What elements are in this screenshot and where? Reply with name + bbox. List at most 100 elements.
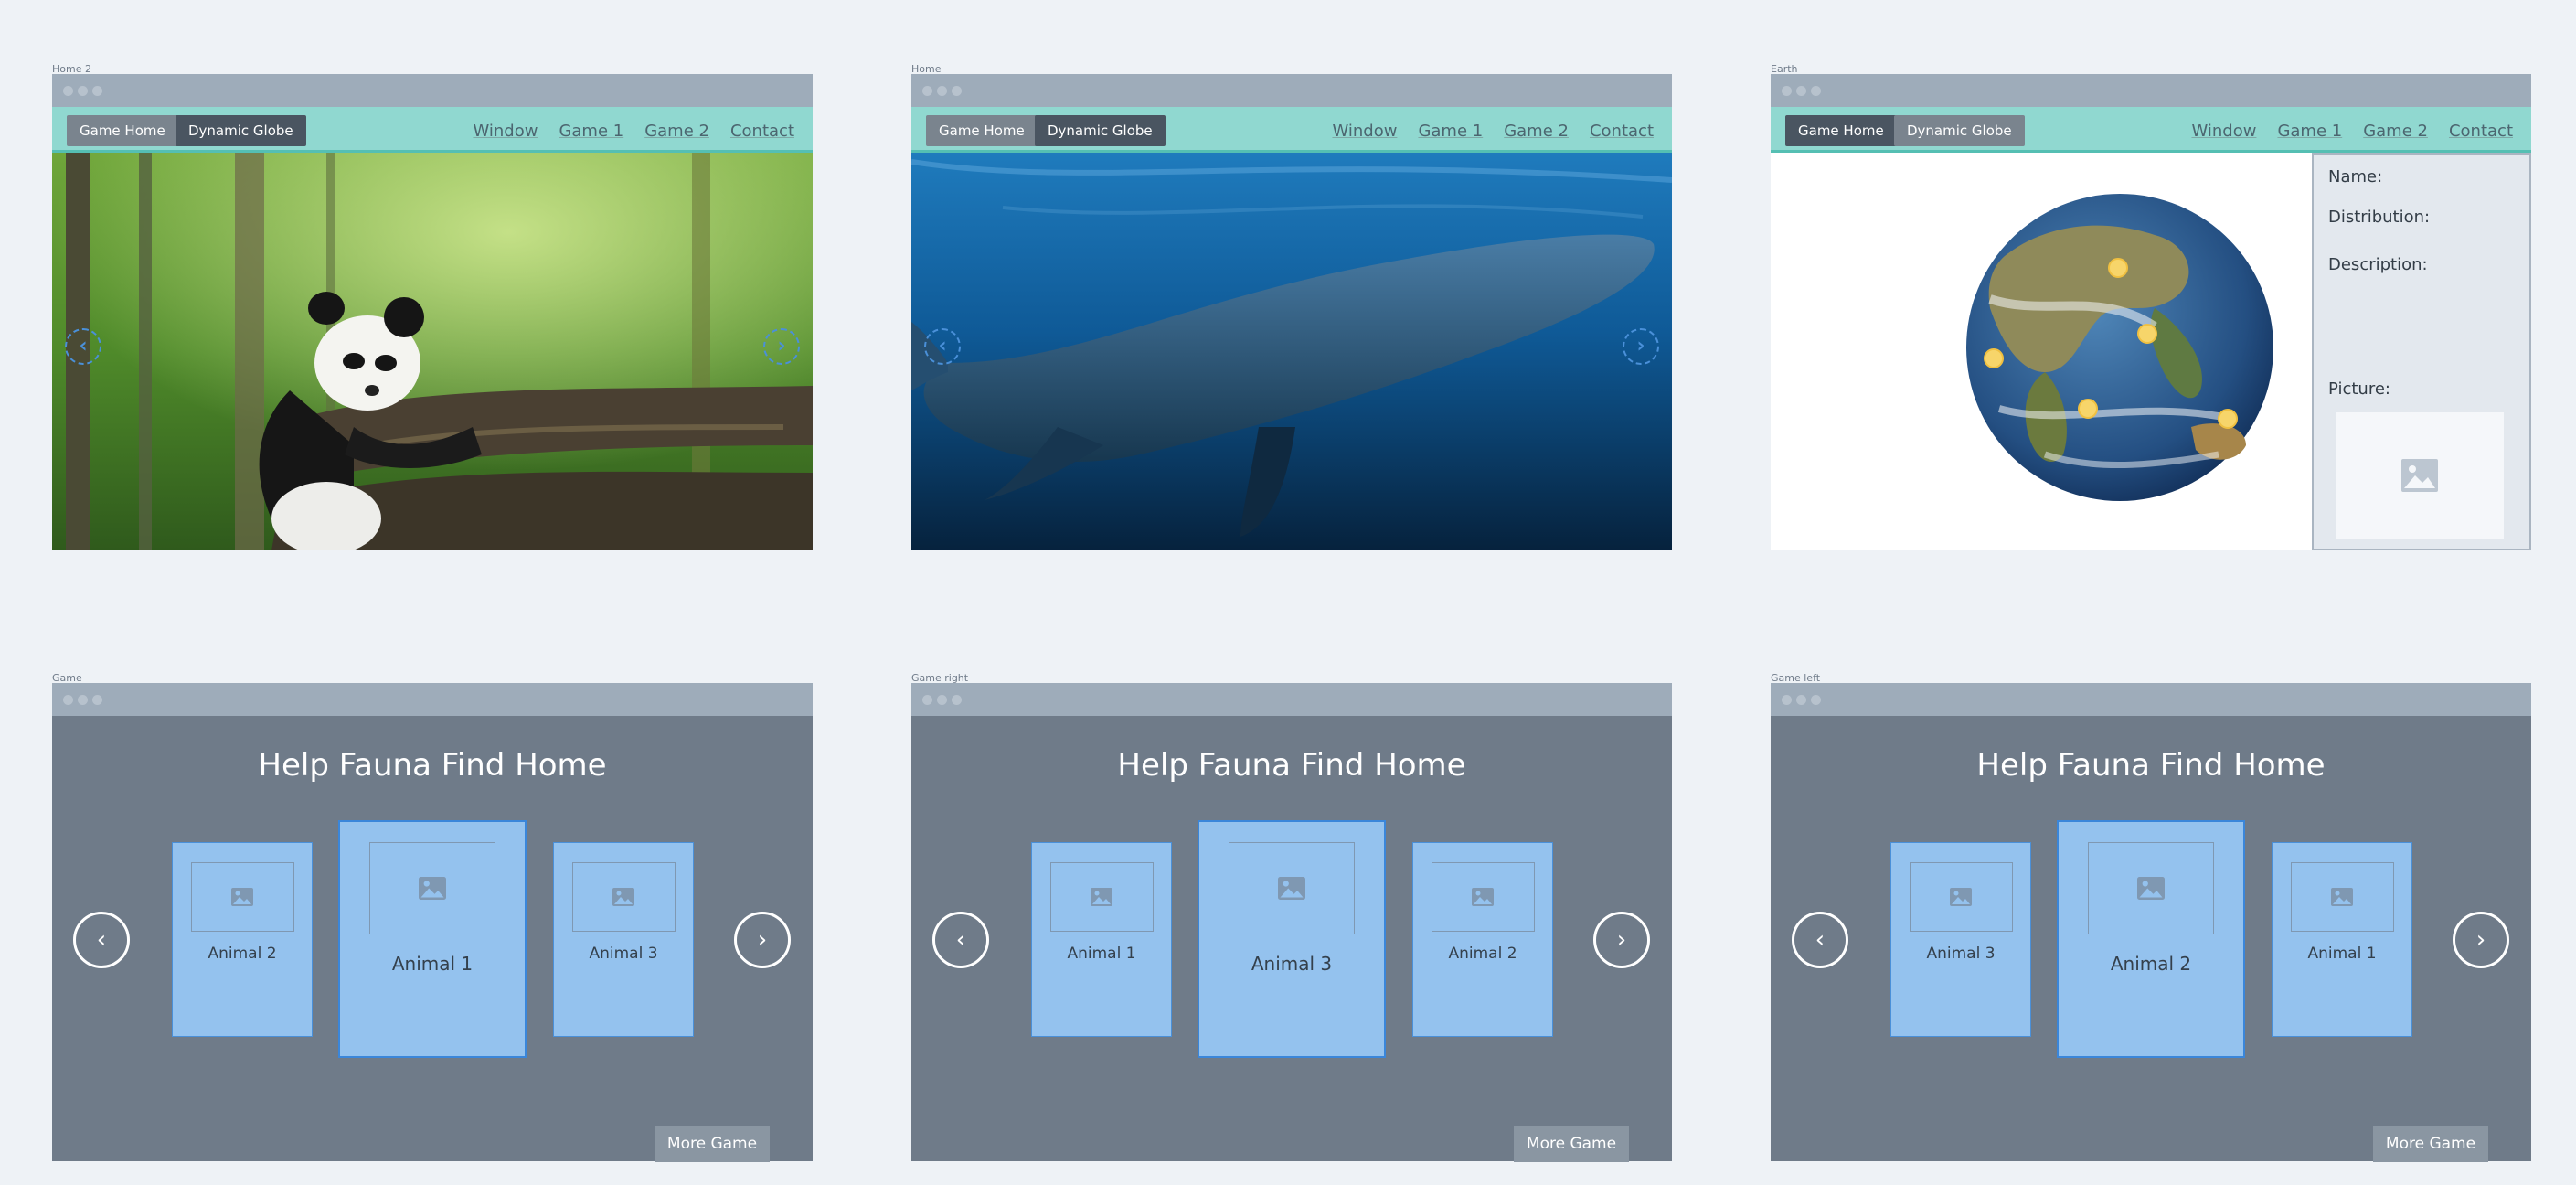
animal-info-panel: Name: Distribution: Description: Picture… <box>2312 153 2531 550</box>
animal-card[interactable]: Animal 1 <box>1031 842 1172 1037</box>
window-dot[interactable] <box>937 695 947 705</box>
animal-card-label: Animal 3 <box>1251 953 1333 975</box>
window-dot[interactable] <box>922 695 932 705</box>
window-controls <box>1782 86 1821 96</box>
nav-link-game-2[interactable]: Game 2 <box>1504 122 1569 141</box>
window-controls <box>922 86 962 96</box>
nav-links: Window Game 1 Game 2 Contact <box>2191 122 2513 141</box>
nav-link-contact[interactable]: Contact <box>1590 122 1654 141</box>
window-dot[interactable] <box>63 86 73 96</box>
animal-card[interactable]: Animal 1 <box>2272 842 2412 1037</box>
chevron-right-icon[interactable]: › <box>1593 912 1650 968</box>
animal-card-selected[interactable]: Animal 1 <box>338 820 527 1058</box>
nav-link-game-1[interactable]: Game 1 <box>2277 122 2342 141</box>
nav-link-window[interactable]: Window <box>2191 122 2256 141</box>
window-controls <box>922 695 962 705</box>
animal-card-label: Animal 1 <box>391 953 474 975</box>
globe-view: Name: Distribution: Description: Picture… <box>1771 153 2531 550</box>
chevron-right-icon[interactable]: › <box>2453 912 2509 968</box>
top-nav: Game Home Dynamic Globe Window Game 1 Ga… <box>911 107 1672 153</box>
window-bar <box>52 74 813 107</box>
chevron-left-icon[interactable]: ‹ <box>932 912 989 968</box>
nav-link-window[interactable]: Window <box>473 122 538 141</box>
location-marker <box>1984 348 2004 368</box>
window-dot[interactable] <box>78 695 88 705</box>
more-game-button[interactable]: More Game <box>1514 1126 1629 1162</box>
nav-link-contact[interactable]: Contact <box>730 122 794 141</box>
dynamic-globe-button[interactable]: Dynamic Globe <box>176 115 306 146</box>
location-marker <box>2218 409 2238 429</box>
frame-game: Game Help Fauna Find Home ‹ Animal 2 Ani… <box>52 672 813 1162</box>
window-dot[interactable] <box>1782 86 1792 96</box>
image-placeholder-icon <box>369 842 495 934</box>
location-marker <box>2108 258 2128 278</box>
nav-link-game-2[interactable]: Game 2 <box>644 122 709 141</box>
animal-card-label: Animal 1 <box>2307 945 2377 963</box>
window-bar <box>1771 683 2531 716</box>
image-placeholder-icon <box>2088 842 2214 934</box>
window-bar <box>911 683 1672 716</box>
window-dot[interactable] <box>922 86 932 96</box>
game-title: Help Fauna Find Home <box>258 747 607 784</box>
panda-photo <box>52 153 813 550</box>
animal-card[interactable]: Animal 3 <box>553 842 694 1037</box>
nav-link-window[interactable]: Window <box>1332 122 1397 141</box>
animal-card-label: Animal 2 <box>1448 945 1517 963</box>
animal-card-label: Animal 2 <box>2110 953 2192 975</box>
nav-link-game-1[interactable]: Game 1 <box>559 122 623 141</box>
more-game-button[interactable]: More Game <box>2373 1126 2488 1162</box>
carousel-prev-icon[interactable]: ‹ <box>924 328 961 365</box>
window-dot[interactable] <box>952 86 962 96</box>
animal-card[interactable]: Animal 2 <box>172 842 313 1037</box>
chevron-left-icon[interactable]: ‹ <box>1792 912 1848 968</box>
name-label: Name: <box>2328 167 2383 187</box>
nav-link-game-2[interactable]: Game 2 <box>2363 122 2428 141</box>
game-home-button[interactable]: Game Home <box>926 115 1038 146</box>
nav-link-game-1[interactable]: Game 1 <box>1418 122 1483 141</box>
location-marker <box>2078 399 2098 419</box>
frame-game-left: Game left Help Fauna Find Home ‹ Animal … <box>1771 672 2531 1162</box>
animal-card[interactable]: Animal 3 <box>1890 842 2031 1037</box>
chevron-left-icon[interactable]: ‹ <box>73 912 130 968</box>
dynamic-globe-button[interactable]: Dynamic Globe <box>1035 115 1166 146</box>
carousel-prev-icon[interactable]: ‹ <box>65 328 101 365</box>
window-dot[interactable] <box>63 695 73 705</box>
window-dot[interactable] <box>1811 695 1821 705</box>
carousel-next-icon[interactable]: › <box>763 328 800 365</box>
chevron-right-icon[interactable]: › <box>734 912 791 968</box>
window-controls <box>63 695 102 705</box>
image-placeholder-icon <box>2290 862 2394 932</box>
animal-card-selected[interactable]: Animal 2 <box>2057 820 2245 1058</box>
hero-image-whale: ‹ › <box>911 153 1672 550</box>
game-home-button[interactable]: Game Home <box>67 115 178 146</box>
window-dot[interactable] <box>92 86 102 96</box>
nav-link-contact[interactable]: Contact <box>2449 122 2513 141</box>
carousel-next-icon[interactable]: › <box>1623 328 1659 365</box>
frame-home-2: Home 2 Game Home Dynamic Globe Window Ga… <box>52 63 813 550</box>
window-dot[interactable] <box>1796 695 1806 705</box>
frame-home: Home Game Home Dynamic Globe Window Game… <box>911 63 1672 550</box>
window-dot[interactable] <box>92 695 102 705</box>
window-dot[interactable] <box>1782 695 1792 705</box>
window-dot[interactable] <box>1796 86 1806 96</box>
animal-card[interactable]: Animal 2 <box>1412 842 1553 1037</box>
more-game-button[interactable]: More Game <box>655 1126 770 1162</box>
hero-image-panda: ‹ › <box>52 153 813 550</box>
image-placeholder-icon <box>571 862 676 932</box>
globe[interactable] <box>1771 153 2319 550</box>
window-dot[interactable] <box>78 86 88 96</box>
dynamic-globe-button[interactable]: Dynamic Globe <box>1894 115 2025 146</box>
frame-game-right: Game right Help Fauna Find Home ‹ Animal… <box>911 672 1672 1162</box>
nav-links: Window Game 1 Game 2 Contact <box>473 122 794 141</box>
animal-card-selected[interactable]: Animal 3 <box>1198 820 1386 1058</box>
description-label: Description: <box>2328 255 2428 274</box>
window-dot[interactable] <box>952 695 962 705</box>
window-dot[interactable] <box>937 86 947 96</box>
window-dot[interactable] <box>1811 86 1821 96</box>
game-home-button[interactable]: Game Home <box>1785 115 1897 146</box>
game-board: Help Fauna Find Home ‹ Animal 3 Animal 2… <box>1771 716 2531 1162</box>
window-bar <box>1771 74 2531 107</box>
animal-card-label: Animal 3 <box>1926 945 1996 963</box>
location-marker <box>2137 324 2157 344</box>
window-bar <box>911 74 1672 107</box>
